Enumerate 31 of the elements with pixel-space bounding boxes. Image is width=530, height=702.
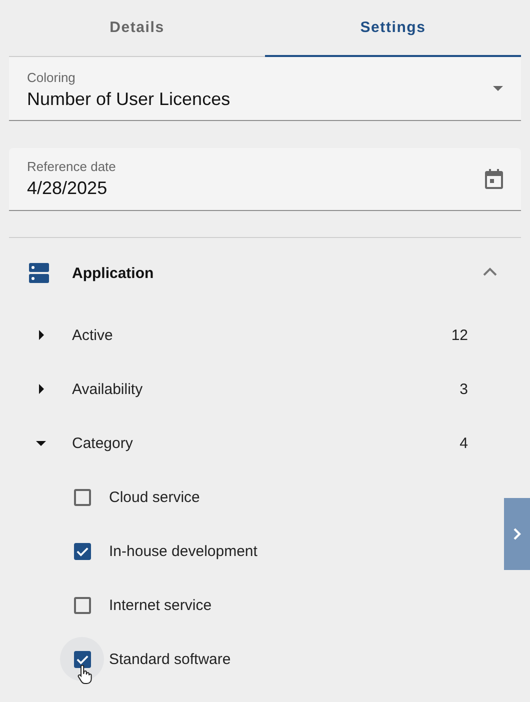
- chevron-right-icon: [513, 528, 521, 540]
- checkbox[interactable]: [74, 542, 90, 560]
- filter-group-row[interactable]: Availability 3: [0, 362, 530, 416]
- group-count: 12: [451, 326, 468, 344]
- option-label: In-house development: [109, 542, 258, 560]
- group-label: Active: [72, 326, 114, 344]
- group-label: Category: [72, 434, 134, 452]
- filter-group-row[interactable]: Category 4: [0, 416, 530, 470]
- field-value: Number of User Licences: [27, 88, 232, 110]
- dropdown-caret-icon: [493, 86, 503, 91]
- checkbox[interactable]: [74, 596, 90, 614]
- calendar-icon[interactable]: [485, 169, 503, 189]
- coloring-dropdown[interactable]: Coloring Number of User Licences: [9, 57, 521, 121]
- checkbox[interactable]: [74, 488, 90, 506]
- option-label: Cloud service: [109, 488, 200, 506]
- field-value: 4/28/2025: [27, 178, 108, 199]
- hand-cursor-icon: [77, 665, 93, 685]
- section-title: Application: [72, 264, 155, 282]
- group-count: 4: [460, 434, 468, 452]
- group-count: 3: [460, 380, 468, 398]
- reference-date-field[interactable]: Reference date 4/28/2025: [9, 148, 521, 211]
- field-label: Coloring: [27, 70, 76, 84]
- option-label: Internet service: [109, 596, 212, 614]
- checkbox[interactable]: [74, 650, 90, 668]
- server-icon: [29, 263, 49, 283]
- tab[interactable]: Details: [9, 0, 265, 57]
- group-label: Availability: [72, 380, 144, 398]
- filter-group-row[interactable]: Active 12: [0, 308, 530, 362]
- field-label: Reference date: [27, 159, 117, 174]
- chevron-icon[interactable]: [483, 266, 497, 276]
- option-label: Standard software: [109, 650, 231, 668]
